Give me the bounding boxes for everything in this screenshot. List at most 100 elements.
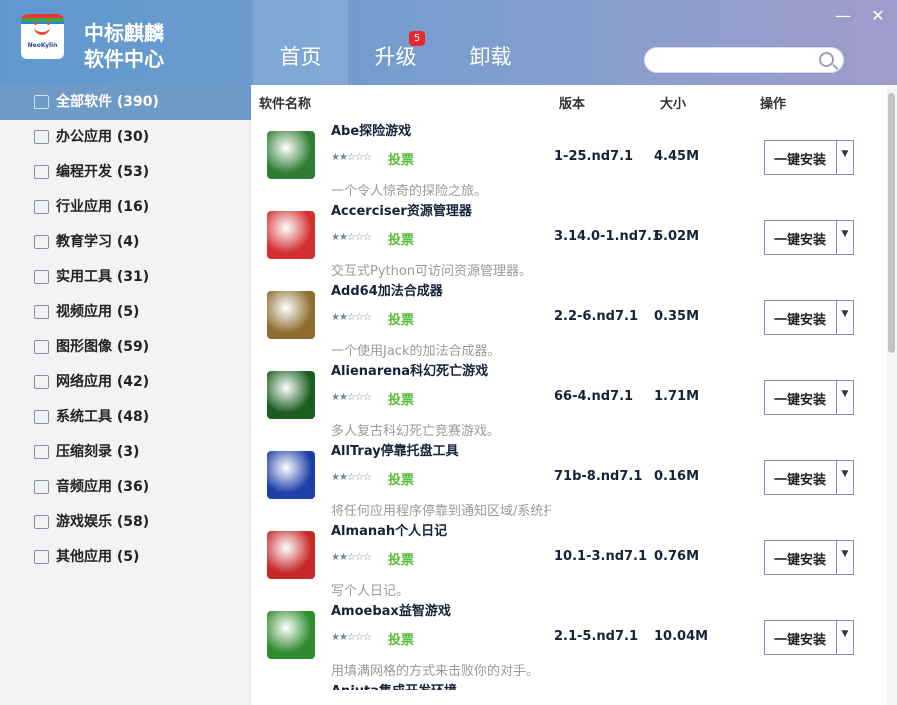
app-size: 6.02M [654,229,700,244]
search-icon[interactable] [819,52,834,67]
app-name[interactable]: Amoebax益智游戏 [331,600,451,619]
sidebar-item[interactable]: 行业应用 (16) [0,190,251,225]
app-name[interactable]: Accerciser资源管理器 [331,200,472,219]
rating-stars: ★★☆☆☆ [331,232,372,243]
chevron-down-icon[interactable]: ▼ [838,469,852,479]
install-button-label: 一键安装 [773,473,826,488]
sidebar-item[interactable]: 办公应用 (30) [0,120,251,155]
dumbbell-icon [267,211,315,259]
rating-stars: ★★☆☆☆ [331,552,372,563]
app-name[interactable]: Add64加法合成器 [331,280,443,299]
sidebar-item-label: 游戏娱乐 (58) [56,514,150,530]
app-name[interactable]: Almanah个人日记 [331,520,447,539]
neokylin-logo: NeoKylin [21,14,64,59]
graduation-cap-icon [34,235,49,249]
software-row: Add64加法合成器 ★★☆☆☆ 投票 一个使用Jack的加法合成器。 2.2-6.nd… [251,275,887,359]
chevron-down-icon[interactable]: ▼ [838,309,852,319]
app-version: 71b-8.nd7.1 [554,469,643,484]
app-version: 2.1-5.nd7.1 [554,629,638,644]
rating-stars: ★★☆☆☆ [331,472,372,483]
sidebar-item[interactable]: 教育学习 (4) [0,225,251,260]
app-name[interactable]: AllTray停靠托盘工具 [331,440,459,459]
sidebar-item[interactable]: 实用工具 (31) [0,260,251,295]
sidebar-item-label: 行业应用 (16) [56,199,150,215]
app-size: 0.16M [654,469,700,484]
sidebar-item-label: 视频应用 (5) [56,304,140,320]
image-icon [34,340,49,354]
software-row: Alienarena科幻死亡游戏 ★★☆☆☆ 投票 多人复古科幻死亡竞赛游戏。 66-4… [251,355,887,439]
sidebar-item-label: 实用工具 (31) [56,269,150,285]
app-version: 2.2-6.nd7.1 [554,309,638,324]
install-button[interactable]: 一键安装 ▼ [764,540,854,575]
app-title-line2: 软件中心 [84,47,164,71]
chevron-down-icon[interactable]: ▼ [838,389,852,399]
vote-link[interactable]: 投票 [388,149,414,168]
sidebar-item-label: 其他应用 (5) [56,549,140,565]
column-header-action: 操作 [760,97,787,112]
sidebar-item[interactable]: 编程开发 (53) [0,155,251,190]
app-version: 10.1-3.nd7.1 [554,549,648,564]
search-box[interactable] [644,47,844,73]
sidebar-item[interactable]: 游戏娱乐 (58) [0,505,251,540]
chevron-down-icon[interactable]: ▼ [838,229,852,239]
app-name[interactable]: Anjuta集成开发环境 [331,680,457,690]
vote-link[interactable]: 投票 [388,309,414,328]
install-button[interactable]: 一键安装 ▼ [764,460,854,495]
app-size: 0.35M [654,309,700,324]
column-header-version: 版本 [559,97,586,112]
close-button[interactable]: ✕ [870,8,886,24]
sidebar-item[interactable]: 压缩刻录 (3) [0,435,251,470]
tab-uninstall[interactable]: 卸载 [443,0,538,85]
tab-home[interactable]: 首页 [253,0,348,85]
vote-link[interactable]: 投票 [388,229,414,248]
gear-icon [34,410,49,424]
sidebar-item[interactable]: 网络应用 (42) [0,365,251,400]
app-name[interactable]: Alienarena科幻死亡游戏 [331,360,488,379]
sidebar-item-label: 全部软件 (390) [56,94,159,110]
chart-icon [34,200,49,214]
install-button[interactable]: 一键安装 ▼ [764,220,854,255]
install-button-divider [836,301,837,334]
install-button[interactable]: 一键安装 ▼ [764,140,854,175]
minimize-button[interactable]: — [835,8,851,24]
sidebar-item[interactable]: 全部软件 (390) [0,85,251,120]
sidebar-item-label: 图形图像 (59) [56,339,150,355]
software-row: Amoebax益智游戏 ★★☆☆☆ 投票 用填满网格的方式来击败你的对手。 2.1-5.… [251,595,887,679]
briefcase-icon [34,130,49,144]
install-button-label: 一键安装 [773,233,826,248]
app-size: 10.04M [654,629,709,644]
app-name[interactable]: Abe探险游戏 [331,120,411,139]
sidebar-item-label: 音频应用 (36) [56,479,150,495]
code-icon [34,165,49,179]
rating-stars: ★★☆☆☆ [331,312,372,323]
sidebar-item[interactable]: 音频应用 (36) [0,470,251,505]
vote-link[interactable]: 投票 [388,389,414,408]
app-title: 中标麒麟 软件中心 [84,20,164,72]
sidebar-item-label: 压缩刻录 (3) [56,444,140,460]
column-header-size: 大小 [660,97,687,112]
sidebar-item[interactable]: 系统工具 (48) [0,400,251,435]
vote-link[interactable]: 投票 [388,629,414,648]
diary-icon [267,531,315,579]
vote-link[interactable]: 投票 [388,469,414,488]
app-version: 3.14.0-1.nd7.1 [554,229,662,244]
gamepad-icon [34,515,49,529]
install-button[interactable]: 一键安装 ▼ [764,300,854,335]
chevron-down-icon[interactable]: ▼ [838,629,852,639]
software-row: Almanah个人日记 ★★☆☆☆ 投票 写个人日记。 10.1-3.nd7.1 0.76… [251,515,887,599]
sidebar-item[interactable]: 视频应用 (5) [0,295,251,330]
scrollbar-thumb[interactable] [888,93,895,353]
chevron-down-icon[interactable]: ▼ [838,149,852,159]
category-sidebar: 全部软件 (390) 办公应用 (30) 编程开发 (53) 行业应用 (16) 教育学… [0,85,251,705]
install-button[interactable]: 一键安装 ▼ [764,620,854,655]
search-input[interactable] [655,48,815,72]
app-size: 4.45M [654,149,700,164]
tab-upgrade[interactable]: 升级 [348,0,443,85]
sidebar-item[interactable]: 其他应用 (5) [0,540,251,575]
chevron-down-icon[interactable]: ▼ [838,549,852,559]
abe-game-icon [267,131,315,179]
app-size: 0.76M [654,549,700,564]
install-button[interactable]: 一键安装 ▼ [764,380,854,415]
sidebar-item[interactable]: 图形图像 (59) [0,330,251,365]
vote-link[interactable]: 投票 [388,549,414,568]
